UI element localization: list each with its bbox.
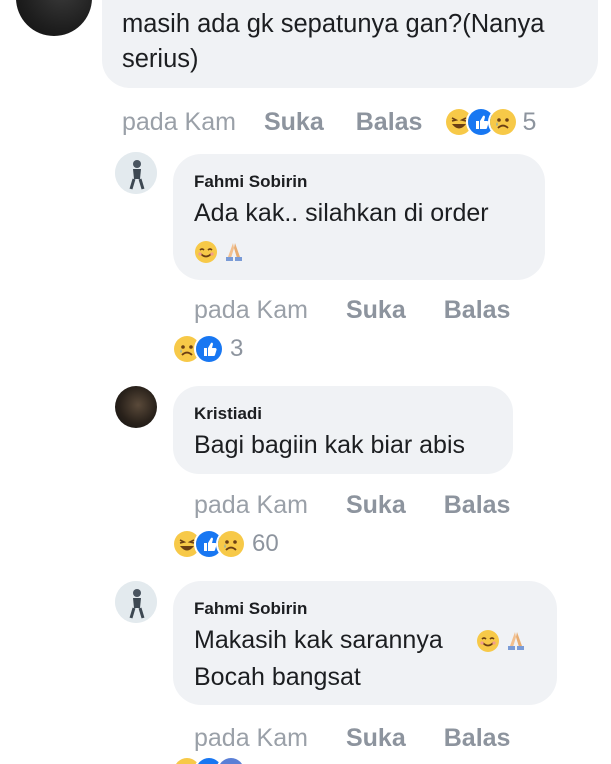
like-button[interactable]: Suka [346,724,406,753]
avatar[interactable] [115,581,157,623]
reaction-count: 3 [230,335,244,362]
reaction-count: 60 [252,530,279,557]
reaction-summary[interactable]: 60 [172,529,279,559]
folded-hands-icon [222,240,246,264]
avatar[interactable] [115,152,157,194]
comment-author[interactable]: Fahmi Sobirin [194,599,307,619]
comment-actions: pada Kam Suka Balas 5 [122,107,536,137]
comment-text: Ada kak.. silahkan di order [194,199,489,227]
avatar[interactable] [16,0,92,36]
reply-button[interactable]: Balas [444,491,511,520]
reaction-summary[interactable]: 5 [444,107,536,137]
comment-author[interactable]: Fahmi Sobirin [194,172,307,192]
reply-button[interactable]: Balas [444,296,511,325]
comment-emoji [194,240,250,264]
comment-timestamp: pada Kam [122,107,236,136]
sad-icon [488,107,519,137]
sad-icon [216,529,246,559]
like-button[interactable]: Suka [346,296,406,325]
folded-hands-icon [504,629,528,653]
comment-author[interactable]: Kristiadi [194,404,262,424]
comment-timestamp: pada Kam [194,491,308,519]
comment-actions: pada Kam Suka Balas [194,296,510,325]
smiling-face-icon [476,629,500,653]
like-button[interactable]: Suka [264,108,324,137]
comment-text: Bocah bangsat [194,663,361,691]
avatar[interactable] [115,386,157,428]
comment-actions: pada Kam Suka Balas [194,491,510,520]
comment-text: Makasih kak sarannya [194,626,443,654]
reply-button[interactable]: Balas [356,108,423,137]
smiling-face-icon [194,240,218,264]
comment-actions: pada Kam Suka Balas [194,724,510,753]
reply-button[interactable]: Balas [444,724,511,753]
comment-timestamp: pada Kam [194,296,308,324]
comment-thread: masih ada gk sepatunya gan?(Nanya serius… [0,0,611,764]
like-button[interactable]: Suka [346,491,406,520]
comment-timestamp: pada Kam [194,724,308,752]
reaction-count: 5 [522,107,537,136]
comment-emoji [476,629,532,653]
comment-text: Bagi bagiin kak biar abis [194,431,465,459]
reaction-summary[interactable]: 3 [172,334,243,364]
love-icon [216,756,246,764]
like-icon [194,334,224,364]
comment-text: masih ada gk sepatunya gan?(Nanya [122,10,545,38]
reaction-summary[interactable] [172,756,246,764]
comment-text: serius) [122,45,199,73]
